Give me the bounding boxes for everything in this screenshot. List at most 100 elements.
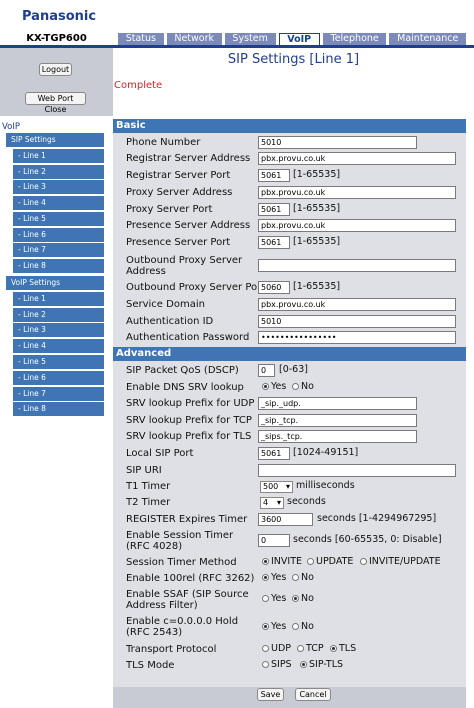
session-method-update-radio[interactable]: UPDATE xyxy=(307,556,353,568)
dscp-input[interactable]: 0 xyxy=(258,364,275,377)
sidebar-item-sip-line-6[interactable]: - Line 6 xyxy=(13,228,104,242)
radio-unselected-icon xyxy=(297,645,304,652)
rel100-no-radio[interactable]: No xyxy=(292,572,314,584)
local-port-input[interactable]: 5061 xyxy=(258,447,290,460)
radio-unselected-icon xyxy=(292,383,299,390)
section-basic-header: Basic xyxy=(113,119,466,133)
service-domain-label: Service Domain xyxy=(126,299,205,310)
t1-timer-unit: milliseconds xyxy=(296,480,355,491)
sidebar-item-sip-line-7[interactable]: - Line 7 xyxy=(13,243,104,257)
radio-selected-icon xyxy=(300,661,307,668)
ssaf-yes-radio[interactable]: Yes xyxy=(262,593,286,605)
proxy-port-input[interactable]: 5061 xyxy=(258,203,290,216)
hold-no-radio[interactable]: No xyxy=(292,621,314,633)
sidebar-item-voip-settings[interactable]: VoIP Settings xyxy=(6,276,104,290)
radio-selected-icon xyxy=(262,574,269,581)
srv-udp-input[interactable]: _sip._udp. xyxy=(258,397,417,410)
outbound-address-input[interactable] xyxy=(258,259,456,272)
sidebar-item-sip-line-8[interactable]: - Line 8 xyxy=(13,259,104,273)
outbound-port-range: [1-65535] xyxy=(293,281,341,292)
radio-unselected-icon xyxy=(262,661,269,668)
sidebar-item-sip-line-2[interactable]: - Line 2 xyxy=(13,165,104,179)
t1-timer-select[interactable]: 500 xyxy=(260,481,293,493)
ssaf-no-radio[interactable]: No xyxy=(292,593,314,605)
service-domain-input[interactable]: pbx.provu.co.uk xyxy=(258,298,456,311)
tab-voip[interactable]: VoIP xyxy=(278,33,320,45)
t2-timer-label: T2 Timer xyxy=(126,497,171,508)
rel100-yes-radio[interactable]: Yes xyxy=(262,572,286,584)
proxy-address-input[interactable]: pbx.provu.co.uk xyxy=(258,186,456,199)
presence-port-input[interactable]: 5061 xyxy=(258,236,290,249)
web-port-close-button[interactable]: Web Port Close xyxy=(25,92,86,114)
srv-tcp-input[interactable]: _sip._tcp. xyxy=(258,414,417,427)
radio-selected-icon xyxy=(262,383,269,390)
radio-unselected-icon xyxy=(292,623,299,630)
registrar-port-input[interactable]: 5061 xyxy=(258,169,290,182)
sidebar-item-sip-line-1[interactable]: - Line 1 xyxy=(13,149,104,163)
registrar-port-range: [1-65535] xyxy=(293,169,341,180)
auth-id-input[interactable]: 5010 xyxy=(258,315,456,328)
presence-address-label: Presence Server Address xyxy=(126,220,251,231)
t1-timer-label: T1 Timer xyxy=(126,481,171,492)
outbound-port-input[interactable]: 5060 xyxy=(258,281,290,294)
radio-selected-icon xyxy=(330,645,337,652)
sip-uri-input[interactable] xyxy=(258,464,456,477)
sidebar-item-sip-line-3[interactable]: - Line 3 xyxy=(13,180,104,194)
sidebar-item-voip-line-4[interactable]: - Line 4 xyxy=(13,339,104,353)
presence-address-input[interactable]: pbx.provu.co.uk xyxy=(258,219,456,232)
proxy-port-range: [1-65535] xyxy=(293,203,341,214)
transport-label: Transport Protocol xyxy=(126,644,217,655)
register-expires-input[interactable]: 3600 xyxy=(258,513,313,526)
session-method-invite-radio[interactable]: INVITE xyxy=(262,556,302,568)
sidebar-item-sip-line-4[interactable]: - Line 4 xyxy=(13,196,104,210)
brand-logo: Panasonic xyxy=(22,9,97,24)
sidebar-item-voip-line-1[interactable]: - Line 1 xyxy=(13,292,104,306)
phone-number-input[interactable]: 5010 xyxy=(258,136,417,149)
sidebar-item-voip-line-3[interactable]: - Line 3 xyxy=(13,323,104,337)
sidebar-item-sip-settings[interactable]: SIP Settings xyxy=(6,133,104,147)
hold-yes-radio[interactable]: Yes xyxy=(262,621,286,633)
form-footer xyxy=(113,687,466,708)
top-tabs: Status Network System VoIP Telephone Mai… xyxy=(118,33,467,45)
transport-tls-radio[interactable]: TLS xyxy=(330,643,356,655)
registrar-address-input[interactable]: pbx.provu.co.uk xyxy=(258,152,456,165)
tab-maintenance[interactable]: Maintenance xyxy=(389,33,467,45)
presence-port-label: Presence Server Port xyxy=(126,237,231,248)
sidebar-item-voip-line-8[interactable]: - Line 8 xyxy=(13,402,104,416)
radio-selected-icon xyxy=(262,558,269,565)
tab-network[interactable]: Network xyxy=(166,33,222,45)
session-timer-label: Enable Session Timer (RFC 4028) xyxy=(126,530,234,552)
phone-number-label: Phone Number xyxy=(126,137,201,148)
t2-timer-unit: seconds xyxy=(287,496,326,507)
t2-timer-select[interactable]: 4 xyxy=(260,497,284,509)
tab-status[interactable]: Status xyxy=(118,33,164,45)
srv-tcp-label: SRV lookup Prefix for TCP xyxy=(126,415,252,426)
radio-selected-icon xyxy=(292,595,299,602)
tls-mode-sips-radio[interactable]: SIPS xyxy=(262,659,292,671)
cancel-button[interactable]: Cancel xyxy=(295,688,331,701)
logout-button[interactable]: Logout xyxy=(39,63,72,76)
outbound-port-label: Outbound Proxy Server Port xyxy=(126,282,266,293)
dscp-label: SIP Packet QoS (DSCP) xyxy=(126,365,239,376)
session-method-invite-update-radio[interactable]: INVITE/UPDATE xyxy=(360,556,441,568)
auth-password-input[interactable]: •••••••••••••••• xyxy=(258,331,456,344)
dns-srv-yes-radio[interactable]: Yes xyxy=(262,381,286,393)
proxy-address-label: Proxy Server Address xyxy=(126,187,233,198)
tab-telephone[interactable]: Telephone xyxy=(322,33,387,45)
sidebar-item-voip-line-7[interactable]: - Line 7 xyxy=(13,387,104,401)
dns-srv-no-radio[interactable]: No xyxy=(292,381,314,393)
page-title: SIP Settings [Line 1] xyxy=(227,52,360,67)
sidebar-item-voip-line-2[interactable]: - Line 2 xyxy=(13,308,104,322)
transport-tcp-radio[interactable]: TCP xyxy=(297,643,324,655)
tls-mode-sip-tls-radio[interactable]: SIP-TLS xyxy=(300,659,343,671)
sidebar-item-voip-line-5[interactable]: - Line 5 xyxy=(13,355,104,369)
sidebar-item-voip-line-6[interactable]: - Line 6 xyxy=(13,371,104,385)
transport-udp-radio[interactable]: UDP xyxy=(262,643,291,655)
tab-system[interactable]: System xyxy=(224,33,276,45)
session-timer-input[interactable]: 0 xyxy=(258,534,290,547)
sidebar-item-sip-line-5[interactable]: - Line 5 xyxy=(13,212,104,226)
srv-tls-input[interactable]: _sips._tcp. xyxy=(258,430,417,443)
local-port-range: [1024-49151] xyxy=(293,447,359,458)
tls-mode-label: TLS Mode xyxy=(126,660,175,671)
save-button[interactable]: Save xyxy=(257,688,284,701)
